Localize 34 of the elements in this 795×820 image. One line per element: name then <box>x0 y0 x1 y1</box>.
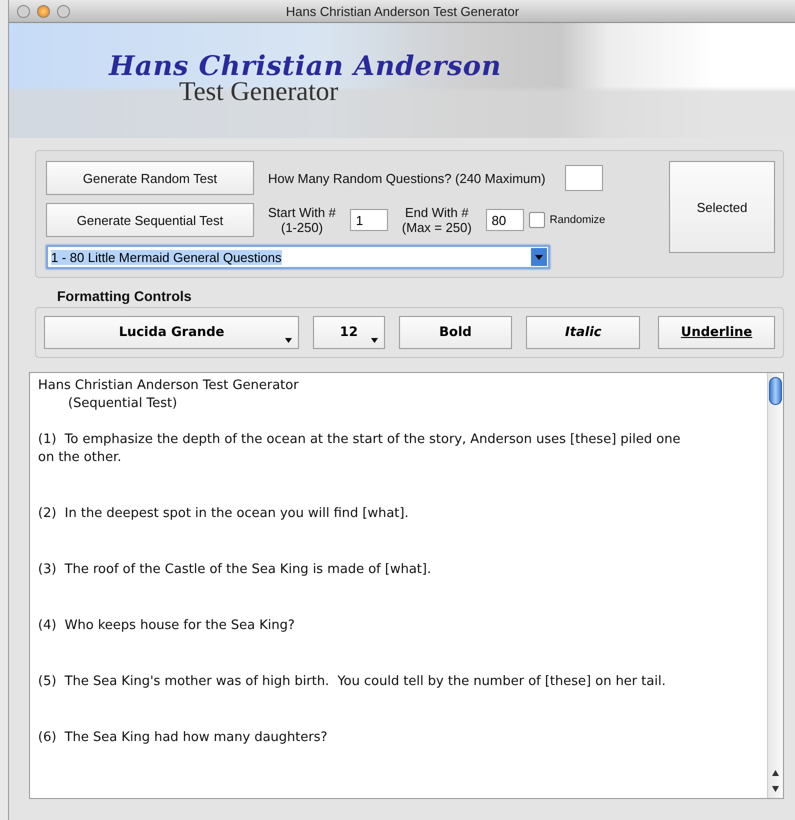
question-set-dropdown[interactable]: 1 - 80 Little Mermaid General Questions <box>46 245 550 269</box>
generate-sequential-button[interactable]: Generate Sequential Test <box>46 203 254 237</box>
caret-icon <box>285 338 292 343</box>
random-count-field[interactable] <box>565 165 604 191</box>
size-dropdown[interactable]: 12 <box>313 316 385 349</box>
minimize-button[interactable] <box>37 4 50 18</box>
question-text: (1) To emphasize the depth of the ocean at the start of the story, Anderson uses [these] piled one on the other. <box>38 431 682 467</box>
question-text: (4) Who keeps house for the Sea King? <box>38 617 296 635</box>
output-subheading: (Sequential Test) <box>68 395 178 413</box>
generate-random-button[interactable]: Generate Random Test <box>46 161 254 195</box>
randomize-checkbox[interactable] <box>528 212 545 228</box>
caret-icon <box>370 338 378 343</box>
question-text: (5) The Sea King's mother was of high birth. You could tell by the number of [these] on her tail. <box>38 673 667 691</box>
scrollbar[interactable] <box>767 373 783 798</box>
zoom-button[interactable] <box>57 4 70 18</box>
formatting-heading: Formatting Controls <box>57 288 193 304</box>
randomize-label: Randomize <box>550 214 606 226</box>
close-button[interactable] <box>17 4 30 18</box>
question-text: (2) In the deepest spot in the ocean you will find [what]. <box>38 505 410 523</box>
output-heading: Hans Christian Anderson Test Generator <box>38 377 300 395</box>
end-field[interactable]: 80 <box>486 209 524 231</box>
question-text: (3) The roof of the Castle of the Sea King is made of [what]. <box>38 561 432 579</box>
italic-button[interactable]: Italic <box>526 316 640 349</box>
scroll-thumb[interactable] <box>769 377 782 405</box>
underline-button[interactable]: Underline <box>658 316 775 349</box>
question-text: (6) The Sea King had how many daughters? <box>38 729 328 747</box>
window-title: Hans Christian Anderson Test Generator <box>286 4 520 18</box>
end-label: End With # (Max = 250) <box>402 205 472 235</box>
font-dropdown[interactable]: Lucida Grande <box>44 316 300 349</box>
start-field[interactable]: 1 <box>350 209 388 231</box>
start-label: Start With # (1-250) <box>268 205 336 235</box>
bold-button[interactable]: Bold <box>398 316 512 349</box>
random-count-label: How Many Random Questions? (240 Maximum) <box>268 170 546 186</box>
selected-button[interactable]: Selected <box>669 161 775 253</box>
